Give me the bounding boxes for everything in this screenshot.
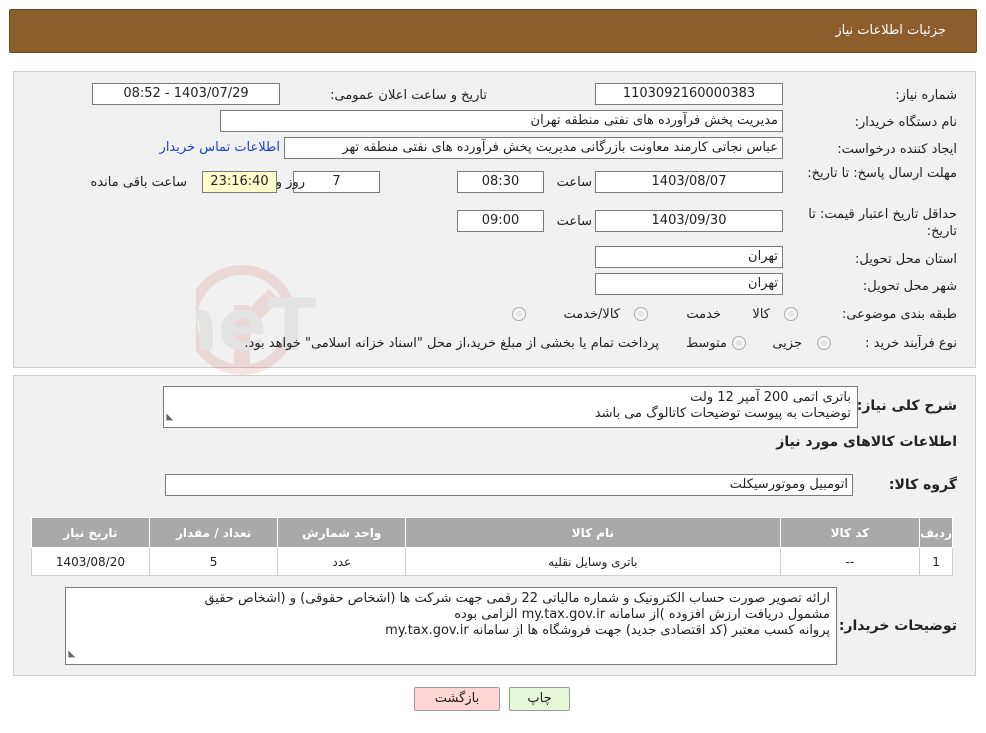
resize-grip-icon[interactable]: ◢ (66, 651, 79, 658)
summary-textarea: باتری اتمی 200 آمپر 12 ولت توضیحات به پی… (163, 386, 858, 428)
announce-date-field: 1403/07/29 - 08:52 (92, 83, 280, 105)
category-radio-service[interactable] (634, 307, 648, 321)
category-option-both: کالا/خدمت (563, 307, 620, 322)
goods-group-label: گروه کالا: (888, 477, 957, 493)
process-payment-note: پرداخت تمام یا بخشی از مبلغ خرید،از محل … (244, 336, 659, 351)
reply-deadline-date: 1403/08/07 (595, 171, 783, 193)
need-info-panel: AriaTender.neT شماره نیاز: 1103092160000… (13, 71, 976, 375)
cell-row-no: 1 (919, 547, 953, 576)
cell-need-date: 1403/08/20 (31, 547, 150, 576)
page-title: جزئیات اطلاعات نیاز (835, 23, 946, 38)
buyer-notes-line-2: مشمول دریافت ارزش افزوده )از سامانه my.t… (454, 607, 830, 622)
col-row-no: ردیف (919, 517, 953, 548)
buyer-notes-textarea: ارائه تصویر صورت حساب الکترونیک و شماره … (65, 587, 837, 665)
category-radio-goods[interactable] (784, 307, 798, 321)
price-validity-time-label: ساعت (556, 214, 592, 229)
requester-label: ایجاد کننده درخواست: (837, 142, 957, 157)
goods-table: ردیف کد کالا نام کالا واحد شمارش تعداد /… (31, 517, 953, 576)
remaining-time-field: 23:16:40 (202, 171, 277, 193)
cell-item-name: باتری وسایل نقلیه (405, 547, 781, 576)
process-option-medium: متوسط (686, 336, 727, 351)
resize-grip-icon[interactable]: ◢ (164, 414, 177, 421)
category-label: طبقه بندی موضوعی: (841, 307, 957, 322)
col-quantity: تعداد / مقدار (148, 517, 279, 548)
price-validity-label: حداقل تاریخ اعتبار قیمت: تا تاریخ: (808, 207, 957, 239)
buyer-notes-line-3: پروانه کسب معتبر (کد اقتصادی جدید) جهت ف… (385, 623, 830, 638)
purchase-process-label: نوع فرآیند خرید : (865, 336, 957, 351)
need-number-field: 1103092160000383 (595, 83, 783, 105)
process-radio-medium[interactable] (732, 336, 746, 350)
col-item-code: کد کالا (779, 517, 921, 548)
page-header: جزئیات اطلاعات نیاز (9, 9, 977, 53)
reply-deadline-label: مهلت ارسال پاسخ: تا تاریخ: (807, 166, 957, 181)
summary-label: شرح کلی نیاز: (856, 398, 957, 414)
reply-deadline-time-label: ساعت (556, 175, 592, 190)
city-label: شهر محل تحویل: (862, 279, 957, 294)
category-option-goods: کالا (752, 307, 770, 322)
cell-item-code: -- (779, 547, 921, 576)
goods-group-field: اتومبیل وموتورسیکلت (165, 474, 853, 496)
process-option-minor: جزیی (772, 336, 802, 351)
process-radio-minor[interactable] (817, 336, 831, 350)
remaining-time-label: ساعت باقی مانده (90, 175, 187, 190)
goods-info-title: اطلاعات کالاهای مورد نیاز (776, 434, 957, 450)
goods-table-header: ردیف کد کالا نام کالا واحد شمارش تعداد /… (31, 517, 953, 548)
province-label: استان محل تحویل: (855, 252, 957, 267)
reply-days-label: روز و (275, 175, 305, 190)
cell-quantity: 5 (148, 547, 279, 576)
need-number-label: شماره نیاز: (895, 88, 957, 103)
reply-deadline-time: 08:30 (457, 171, 544, 193)
summary-line-1: باتری اتمی 200 آمپر 12 ولت (690, 390, 851, 405)
buyer-contact-link[interactable]: اطلاعات تماس خریدار (160, 140, 280, 155)
announce-date-label: تاریخ و ساعت اعلان عمومی: (330, 88, 487, 103)
province-field: تهران (595, 246, 783, 268)
watermark-text: AriaTender.neT (196, 283, 316, 367)
category-radio-both[interactable] (512, 307, 526, 321)
summary-line-2: توضیحات به پیوست توضیحات کاتالوگ می باشد (594, 406, 851, 421)
requester-field: عباس نجاتی کارمند معاونت بازرگانی مدیریت… (284, 137, 783, 159)
col-need-date: تاریخ نیاز (31, 517, 150, 548)
col-item-name: نام کالا (405, 517, 781, 548)
table-row: 1 -- باتری وسایل نقلیه عدد 5 1403/08/20 (31, 547, 953, 576)
price-validity-time: 09:00 (457, 210, 544, 232)
buyer-org-field: مدیریت پخش فرآورده های نفتی منطقه تهران (220, 110, 783, 132)
city-field: تهران (595, 273, 783, 295)
need-details-panel: شرح کلی نیاز: باتری اتمی 200 آمپر 12 ولت… (13, 375, 976, 676)
col-unit: واحد شمارش (277, 517, 407, 548)
cell-unit: عدد (277, 547, 407, 576)
buyer-notes-line-1: ارائه تصویر صورت حساب الکترونیک و شماره … (204, 591, 830, 606)
price-validity-date: 1403/09/30 (595, 210, 783, 232)
back-button[interactable]: بازگشت (414, 687, 500, 711)
buyer-org-label: نام دستگاه خریدار: (854, 115, 957, 130)
buyer-notes-label: توضیحات خریدار: (838, 618, 957, 634)
print-button[interactable]: چاپ (509, 687, 570, 711)
reply-days-field: 7 (293, 171, 380, 193)
category-option-service: خدمت (686, 307, 721, 322)
watermark-logo: AriaTender.neT (196, 265, 316, 375)
